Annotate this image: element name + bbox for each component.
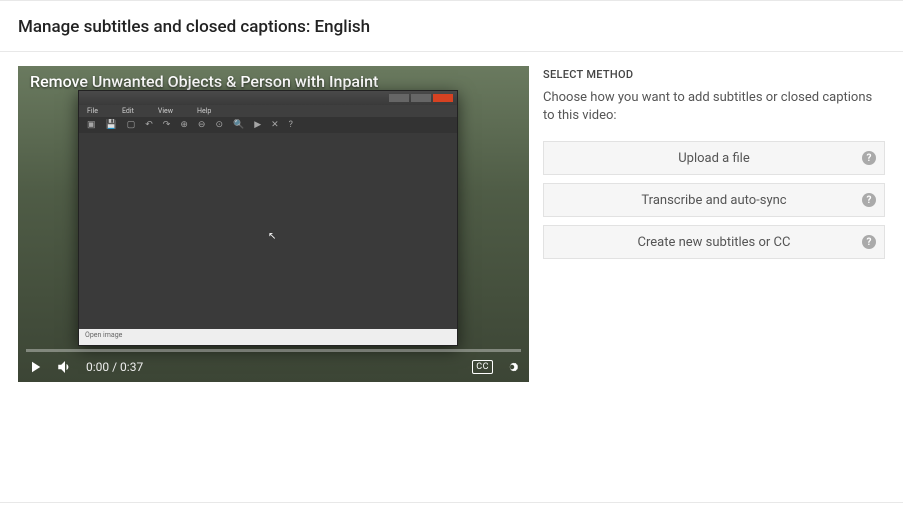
page-title: Manage subtitles and closed captions: En… <box>18 17 885 37</box>
menu-edit: Edit <box>122 107 134 115</box>
menu-file: File <box>87 107 98 115</box>
help-icon[interactable]: ? <box>862 193 876 207</box>
close-icon: ✕ <box>271 120 279 130</box>
video-controls: 0:00 / 0:37 CC <box>18 352 529 382</box>
app-statusbar: Open image <box>79 329 457 345</box>
help-icon[interactable]: ? <box>862 235 876 249</box>
volume-icon[interactable] <box>56 358 74 376</box>
window-max-icon <box>411 94 431 102</box>
camera-icon: ▣ <box>87 120 96 130</box>
option-label: Transcribe and auto-sync <box>641 193 786 208</box>
option-label: Upload a file <box>678 151 750 166</box>
app-toolbar: ▣ 💾 ▢ ↶ ↷ ⊕ ⊖ ⊙ 🔍 ▶ ✕ ? <box>79 117 457 133</box>
video-overlay-title: Remove Unwanted Objects & Person with In… <box>30 72 378 91</box>
time-separator: / <box>109 360 120 374</box>
undo-icon: ↶ <box>145 120 153 130</box>
cc-button[interactable]: CC <box>472 360 493 374</box>
header: Manage subtitles and closed captions: En… <box>0 1 903 52</box>
option-transcribe-autosync[interactable]: Transcribe and auto-sync ? <box>543 183 885 217</box>
redo-icon: ↷ <box>163 120 171 130</box>
play-run-icon: ▶ <box>254 120 261 130</box>
method-description: Choose how you want to add subtitles or … <box>543 89 885 125</box>
video-time: 0:00 / 0:37 <box>86 360 143 374</box>
method-column: SELECT METHOD Choose how you want to add… <box>543 66 885 382</box>
option-create-new[interactable]: Create new subtitles or CC ? <box>543 225 885 259</box>
time-total: 0:37 <box>120 360 143 374</box>
save-icon: 💾 <box>106 120 117 130</box>
app-canvas: ↖ <box>79 133 457 329</box>
content: Remove Unwanted Objects & Person with In… <box>0 52 903 382</box>
help-icon[interactable]: ? <box>862 151 876 165</box>
video-column: Remove Unwanted Objects & Person with In… <box>18 66 529 382</box>
embedded-app-window: File Edit View Help ▣ 💾 ▢ ↶ ↷ ⊕ ⊖ ⊙ <box>78 90 458 346</box>
help-icon: ? <box>289 120 293 130</box>
doc-icon: ▢ <box>127 120 136 130</box>
app-menubar: File Edit View Help <box>79 105 457 117</box>
menu-view: View <box>158 107 173 115</box>
fit-icon: ⊙ <box>215 120 223 130</box>
settings-icon[interactable] <box>503 358 521 376</box>
menu-help: Help <box>197 107 211 115</box>
window-close-icon <box>433 94 453 102</box>
window-min-icon <box>389 94 409 102</box>
zoom-out-icon: ⊖ <box>198 120 206 130</box>
option-upload-file[interactable]: Upload a file ? <box>543 141 885 175</box>
method-heading: SELECT METHOD <box>543 68 885 81</box>
app-titlebar <box>79 91 457 105</box>
option-label: Create new subtitles or CC <box>638 235 791 250</box>
play-icon[interactable] <box>26 358 44 376</box>
search-icon: 🔍 <box>233 120 244 130</box>
video-player[interactable]: Remove Unwanted Objects & Person with In… <box>18 66 529 382</box>
zoom-in-icon: ⊕ <box>180 120 188 130</box>
time-current: 0:00 <box>86 360 109 374</box>
cursor-icon: ↖ <box>268 231 276 242</box>
